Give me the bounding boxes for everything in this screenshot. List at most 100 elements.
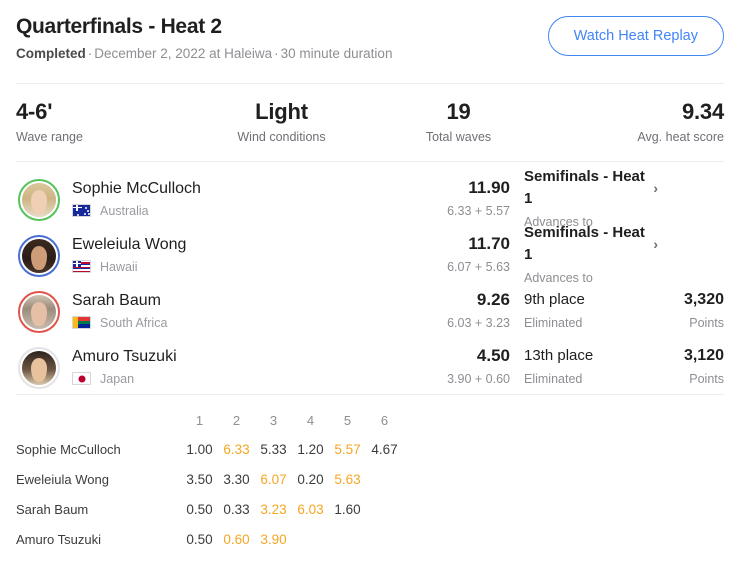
athlete-name: Sophie McCulloch — [72, 179, 201, 197]
points-value: 3,120 — [683, 347, 724, 364]
athlete-points: 3,320 Points — [658, 289, 724, 331]
wave-spacer-header — [403, 407, 724, 434]
wave-score: 0.33 — [223, 501, 250, 517]
heat-header: Quarterfinals - Heat 2 Completed · Decembe… — [0, 0, 740, 63]
wave-row-name: Amuro Tsuzuki — [16, 531, 102, 547]
athlete-country: Hawaii — [72, 259, 390, 275]
points-label: Points — [689, 372, 724, 386]
wave-row-name: Sophie McCulloch — [16, 441, 121, 457]
wave-number-header: 6 — [380, 413, 389, 428]
stat-label: Avg. heat score — [637, 130, 724, 144]
flag-star — [86, 210, 89, 213]
athlete-info: Amuro Tsuzuki Japan — [58, 346, 390, 387]
wave-spacer-cell — [403, 464, 724, 494]
athlete-status: 13th place Eliminated — [510, 345, 658, 387]
heat-status: Completed — [16, 46, 86, 61]
wave-score: 1.00 — [186, 441, 213, 457]
wave-score: 3.90 — [260, 531, 287, 547]
rank-ring — [18, 179, 60, 221]
avatar — [22, 183, 56, 217]
union-jack — [73, 205, 82, 211]
athlete-score: 9.26 6.03 + 3.23 — [390, 289, 510, 331]
status-main-wrap: 9th place — [524, 289, 658, 311]
avatar — [22, 239, 56, 273]
stat-value: 9.34 — [681, 99, 724, 124]
status-badge: Semifinals - Heat 1 — [524, 224, 645, 263]
wave-row-name: Sarah Baum — [16, 501, 89, 517]
athlete-score: 4.50 3.90 + 0.60 — [390, 345, 510, 387]
athlete-status[interactable]: Semifinals - Heat 1 › Advances to — [510, 166, 658, 230]
score-parts: 3.90 + 0.60 — [447, 372, 510, 386]
hi-flag-icon — [72, 260, 91, 273]
stat-value: 4-6' — [16, 99, 53, 124]
score-parts: 6.33 + 5.57 — [447, 204, 510, 218]
athlete-country: Japan — [72, 371, 390, 387]
wave-score: 5.57 — [334, 441, 361, 457]
athlete-status[interactable]: Semifinals - Heat 1 › Advances to — [510, 222, 658, 286]
wave-header-row: 1 2 3 4 5 6 — [16, 407, 724, 434]
avatar-face — [22, 351, 56, 385]
rank-ring — [18, 291, 60, 333]
page-title: Quarterfinals - Heat 2 — [16, 15, 222, 38]
wave-number-header: 5 — [343, 413, 352, 428]
heat-duration: 30 minute duration — [280, 46, 393, 61]
status-sub: Eliminated — [524, 372, 583, 386]
score-parts: 6.07 + 5.63 — [447, 260, 510, 274]
wave-score: 0.20 — [297, 471, 324, 487]
avatar-wrap — [16, 345, 60, 389]
wave-score: 5.63 — [334, 471, 361, 487]
athlete-points: 3,120 Points — [658, 345, 724, 387]
za-flag-icon — [72, 316, 91, 329]
stat-wind-conditions: Light Wind conditions — [193, 98, 370, 145]
avatar-face — [22, 183, 56, 217]
wave-score: 6.03 — [297, 501, 324, 517]
table-row[interactable]: Amuro Tsuzuki Japan 4.50 3.90 + 0.60 13t… — [16, 338, 724, 394]
heat-result-card: Quarterfinals - Heat 2 Completed · Decembe… — [0, 0, 740, 571]
athlete-country: South Africa — [72, 315, 390, 331]
athlete-results-list: Sophie McCulloch Australia 11.90 6.33 + … — [0, 162, 740, 394]
avatar — [22, 295, 56, 329]
country-label: South Africa — [100, 315, 168, 330]
wave-name-header — [16, 407, 181, 434]
score-total: 11.70 — [468, 234, 510, 253]
country-label: Hawaii — [100, 259, 138, 274]
avatar-wrap — [16, 233, 60, 277]
flag-star — [85, 207, 88, 210]
wave-score — [292, 524, 329, 554]
athlete-info: Sarah Baum South Africa — [58, 290, 390, 331]
athlete-name: Sarah Baum — [72, 291, 161, 309]
athlete-info: Eweleiula Wong Hawaii — [58, 234, 390, 275]
score-total: 9.26 — [476, 290, 510, 309]
wave-score — [366, 524, 403, 554]
wave-number-header: 1 — [195, 413, 204, 428]
table-row[interactable]: Sophie McCulloch Australia 11.90 6.33 + … — [16, 168, 724, 229]
stat-value: 19 — [446, 99, 471, 124]
score-parts: 6.03 + 3.23 — [447, 316, 510, 330]
wave-score — [329, 524, 366, 554]
stat-label: Total waves — [425, 130, 492, 144]
table-row[interactable]: Sarah Baum South Africa 9.26 6.03 + 3.23 — [16, 282, 724, 338]
stat-wave-range: 4-6' Wave range — [16, 98, 193, 145]
table-row[interactable]: Eweleiula Wong Hawaii 11.70 6.07 + 5.63 … — [16, 224, 724, 285]
wave-spacer-cell — [403, 494, 724, 524]
wave-score: 3.23 — [260, 501, 287, 517]
stat-label: Wind conditions — [237, 130, 326, 144]
wave-score: 6.33 — [223, 441, 250, 457]
country-label: Australia — [100, 203, 149, 218]
wave-score: 3.50 — [186, 471, 213, 487]
wave-number-header: 4 — [306, 413, 315, 428]
wave-scores-table: 1 2 3 4 5 6 Sophie McCulloch 1.00 6.33 5… — [0, 395, 740, 554]
wave-score: 1.20 — [297, 441, 324, 457]
athlete-info: Sophie McCulloch Australia — [58, 178, 390, 219]
wave-number-header: 3 — [269, 413, 278, 428]
athlete-score: 11.70 6.07 + 5.63 — [390, 233, 510, 275]
watch-heat-replay-button[interactable]: Watch Heat Replay — [547, 16, 724, 56]
flag-stripe — [73, 270, 90, 272]
au-flag-icon — [72, 204, 91, 217]
table-row: Amuro Tsuzuki 0.50 0.60 3.90 — [16, 524, 724, 554]
avatar-wrap — [16, 177, 60, 221]
status-main-wrap: Semifinals - Heat 1 › — [524, 222, 658, 266]
wave-spacer-cell — [403, 434, 724, 464]
chevron-right-icon: › — [653, 236, 658, 252]
subtitle-separator-1: · — [87, 46, 93, 61]
